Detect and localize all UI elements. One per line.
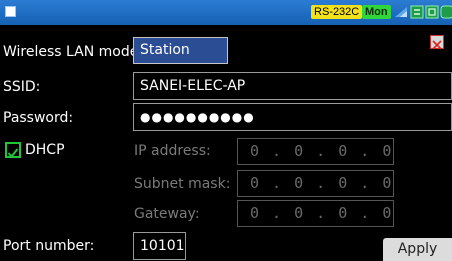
wireless-mode-select[interactable]: Station [133,37,228,64]
battery-icon [440,5,452,19]
wireless-mode-label: Wireless LAN mode: [3,44,144,60]
password-label: Password: [3,110,74,126]
close-button[interactable] [430,35,444,50]
ssid-label: SSID: [3,79,41,95]
menu-square-icon[interactable] [5,6,16,17]
close-icon [432,40,442,50]
subnet-mask-input[interactable]: 0 . 0 . 0 . 0 [237,170,394,197]
dhcp-checkbox[interactable] [5,142,21,159]
ssid-input[interactable]: SANEI-ELEC-AP [133,72,452,100]
apply-button[interactable]: Apply [383,238,452,261]
subnet-mask-label: Subnet mask: [134,176,231,192]
dhcp-label: DHCP [25,142,65,158]
port-number-label: Port number: [3,238,95,254]
status-bar: RS-232C Mon [0,0,452,25]
password-input[interactable]: ●●●●●●●●●● [133,103,452,131]
ip-address-label: IP address: [134,143,211,159]
wifi-signal-icon [395,7,407,17]
port-number-input[interactable]: 10101 [133,232,186,260]
rs232c-badge: RS-232C [311,5,363,19]
gateway-input[interactable]: 0 . 0 . 0 . 0 [237,200,394,227]
checkmark-icon [7,148,19,159]
lan-connection-icon [410,5,424,19]
gateway-label: Gateway: [134,206,200,222]
sd-card-icon [425,5,439,19]
monitor-mode-badge: Mon [362,5,391,19]
ip-address-input[interactable]: 0 . 0 . 0 . 0 [237,138,394,165]
